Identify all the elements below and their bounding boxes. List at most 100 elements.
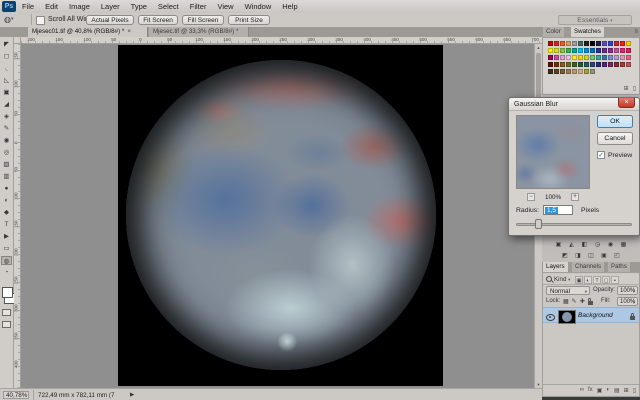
color-swatch[interactable] bbox=[590, 69, 595, 74]
menu-image[interactable]: Image bbox=[69, 2, 90, 11]
new-layer-icon[interactable]: ⊞ bbox=[624, 387, 629, 394]
color-swatch[interactable] bbox=[602, 41, 607, 46]
layer-effects-icon[interactable]: fx bbox=[588, 387, 593, 393]
adjustment-icon-1-2[interactable]: ◧ bbox=[580, 241, 589, 249]
menu-type[interactable]: Type bbox=[131, 2, 147, 11]
tool-marquee[interactable]: ◻ bbox=[1, 52, 12, 61]
color-swatch[interactable] bbox=[608, 41, 613, 46]
tab-swatches[interactable]: Swatches bbox=[571, 27, 604, 37]
filter-smart-objects-icon[interactable]: ▪ bbox=[611, 275, 619, 284]
color-swatch[interactable] bbox=[590, 41, 595, 46]
adjustment-icon-2-3[interactable]: ▣ bbox=[600, 252, 609, 260]
color-swatch[interactable] bbox=[584, 41, 589, 46]
color-swatch[interactable] bbox=[590, 48, 595, 53]
scroll-all-windows-checkbox[interactable] bbox=[36, 16, 45, 25]
adjustment-icon-1-1[interactable]: ◭ bbox=[567, 241, 576, 249]
color-swatch[interactable] bbox=[560, 69, 565, 74]
adjustment-icon-1-5[interactable]: ▦ bbox=[619, 241, 628, 249]
tool-crop[interactable]: ▣ bbox=[1, 88, 12, 97]
cancel-button[interactable]: Cancel bbox=[597, 132, 633, 145]
color-swatch[interactable] bbox=[614, 41, 619, 46]
color-swatch[interactable] bbox=[566, 48, 571, 53]
filter-adjustment-layers-icon[interactable]: ◐ bbox=[584, 275, 592, 284]
tool-blur[interactable]: ● bbox=[1, 184, 12, 193]
color-swatch[interactable] bbox=[608, 62, 613, 67]
lock-all-icon[interactable] bbox=[587, 297, 593, 305]
radius-slider-track[interactable] bbox=[516, 223, 632, 226]
color-swatch[interactable] bbox=[548, 55, 553, 60]
color-swatch[interactable] bbox=[584, 69, 589, 74]
scroll-up-icon[interactable]: ▲ bbox=[535, 45, 542, 50]
layer-group-icon[interactable]: ▤ bbox=[614, 387, 620, 394]
lock-pixels-icon[interactable]: ✎ bbox=[572, 298, 577, 305]
tool-clone-stamp[interactable]: ◉ bbox=[1, 136, 12, 145]
color-swatch[interactable] bbox=[608, 48, 613, 53]
panel-menu-icon[interactable]: ≡ bbox=[634, 29, 638, 35]
color-swatch[interactable] bbox=[584, 62, 589, 67]
tool-eyedropper[interactable]: ◢ bbox=[1, 100, 12, 109]
color-swatch[interactable] bbox=[608, 55, 613, 60]
tool-zoom[interactable]: ◔ bbox=[1, 268, 12, 277]
tool-quick-selection[interactable]: ◺ bbox=[1, 76, 12, 85]
blend-mode-select[interactable]: Normal ▾ bbox=[546, 286, 590, 295]
color-swatch[interactable] bbox=[572, 48, 577, 53]
filter-shape-layers-icon[interactable]: ◻ bbox=[602, 275, 610, 284]
color-swatch[interactable] bbox=[626, 62, 631, 67]
tool-dodge[interactable]: ◐ bbox=[1, 196, 12, 205]
tab-color[interactable]: Color bbox=[543, 27, 564, 37]
color-swatch[interactable] bbox=[548, 69, 553, 74]
menu-edit[interactable]: Edit bbox=[45, 2, 58, 11]
adjustment-icon-2-4[interactable]: ◰ bbox=[613, 252, 622, 260]
color-swatch[interactable] bbox=[572, 62, 577, 67]
color-swatch[interactable] bbox=[596, 55, 601, 60]
tool-gradient[interactable]: ▥ bbox=[1, 172, 12, 181]
color-swatch[interactable] bbox=[566, 69, 571, 74]
color-swatch[interactable] bbox=[560, 41, 565, 46]
tool-type[interactable]: T bbox=[1, 220, 12, 229]
color-swatch[interactable] bbox=[596, 62, 601, 67]
color-swatch[interactable] bbox=[548, 48, 553, 53]
color-swatch[interactable] bbox=[578, 41, 583, 46]
layer-mask-icon[interactable]: ▣ bbox=[597, 387, 603, 394]
menu-filter[interactable]: Filter bbox=[190, 2, 207, 11]
radius-input[interactable]: 1,5 bbox=[543, 205, 573, 215]
adjustment-icon-2-2[interactable]: ◫ bbox=[587, 252, 596, 260]
color-swatch[interactable] bbox=[626, 48, 631, 53]
color-swatch[interactable] bbox=[584, 55, 589, 60]
lock-transparency-icon[interactable]: ▦ bbox=[563, 298, 569, 305]
workspace-switcher[interactable]: Essentials ▾ bbox=[558, 15, 632, 25]
color-swatch[interactable] bbox=[602, 48, 607, 53]
color-swatch[interactable] bbox=[590, 55, 595, 60]
preview-checkbox[interactable]: ✓ bbox=[597, 151, 605, 159]
tool-move[interactable]: ◤ bbox=[1, 40, 12, 49]
image-canvas[interactable] bbox=[118, 45, 443, 386]
color-swatch[interactable] bbox=[548, 62, 553, 67]
menu-select[interactable]: Select bbox=[158, 2, 179, 11]
color-swatch[interactable] bbox=[560, 48, 565, 53]
color-swatch[interactable] bbox=[560, 62, 565, 67]
layer-visibility-eye-icon[interactable] bbox=[546, 314, 555, 321]
layer-name[interactable]: Background bbox=[578, 312, 613, 319]
filter-type-layers-icon[interactable]: T bbox=[593, 275, 601, 284]
color-swatch[interactable] bbox=[566, 41, 571, 46]
adjustment-icon-1-0[interactable]: ▣ bbox=[554, 241, 563, 249]
actual-pixels-button[interactable]: Actual Pixels bbox=[86, 15, 134, 25]
color-swatch[interactable] bbox=[572, 55, 577, 60]
menu-view[interactable]: View bbox=[217, 2, 233, 11]
dialog-title-bar[interactable]: Gaussian Blur × bbox=[509, 98, 639, 111]
tab-layers[interactable]: Layers bbox=[543, 262, 568, 272]
color-swatch[interactable] bbox=[602, 55, 607, 60]
ok-button[interactable]: OK bbox=[597, 115, 633, 128]
color-swatch[interactable] bbox=[554, 62, 559, 67]
color-swatch[interactable] bbox=[614, 62, 619, 67]
radius-slider-thumb[interactable] bbox=[535, 219, 542, 229]
adjustment-icon-2-1[interactable]: ◨ bbox=[574, 252, 583, 260]
color-swatch[interactable] bbox=[554, 41, 559, 46]
hand-tool-preset[interactable]: ◍▾ bbox=[4, 15, 26, 25]
delete-swatch-icon[interactable]: ▯ bbox=[633, 86, 636, 92]
opacity-select[interactable]: 100% ▾ bbox=[617, 286, 638, 295]
color-swatch[interactable] bbox=[596, 48, 601, 53]
screen-mode-button[interactable] bbox=[2, 321, 11, 328]
color-swatch[interactable] bbox=[620, 62, 625, 67]
color-swatch[interactable] bbox=[578, 69, 583, 74]
